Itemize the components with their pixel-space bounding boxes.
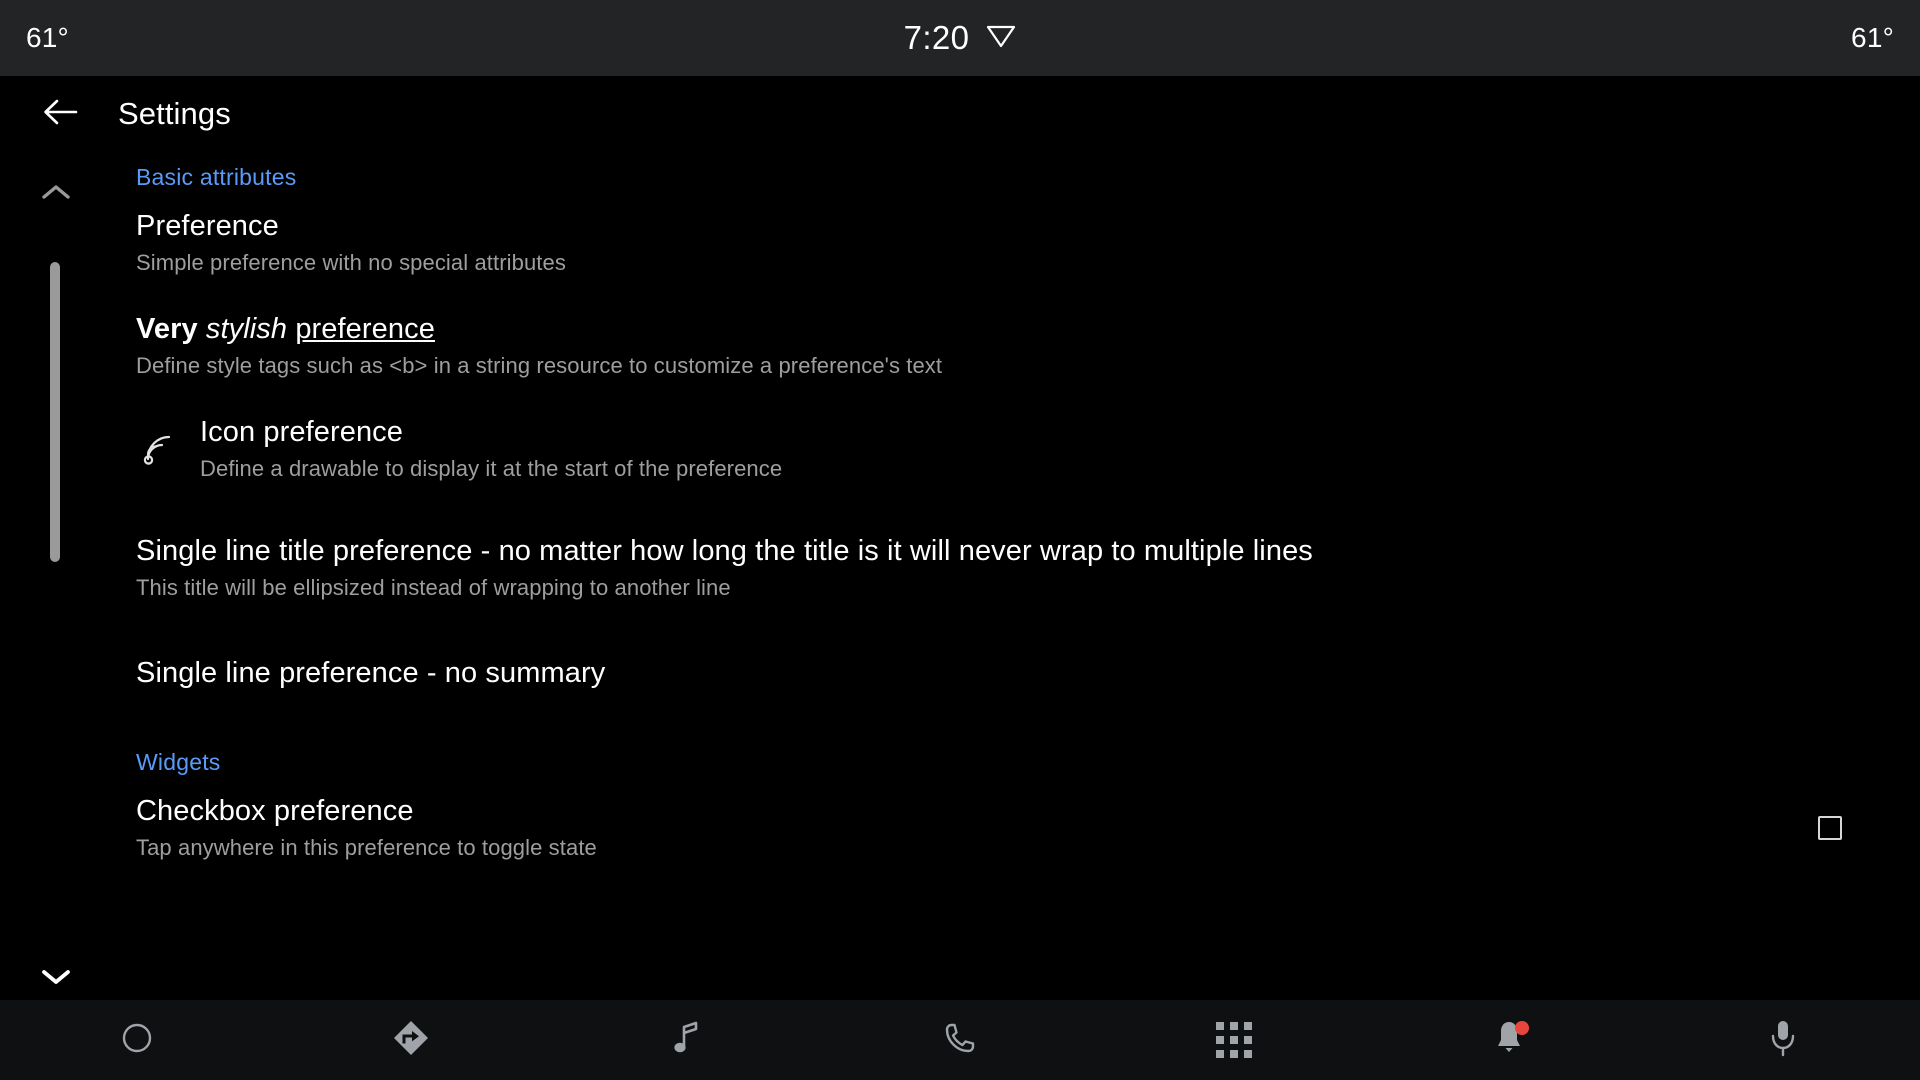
preference-title: Icon preference xyxy=(200,415,404,448)
preference-text: Single line preference - no summary xyxy=(136,656,1860,691)
temperature-right: 61° xyxy=(1851,22,1894,53)
preference-row-single-line-title[interactable]: Single line title preference - no matter… xyxy=(0,526,1920,611)
rich-title-segment-underline: preference xyxy=(295,312,435,345)
chevron-down-icon xyxy=(39,965,73,992)
preference-text: Very stylish preference Define style tag… xyxy=(136,312,1860,381)
home-icon xyxy=(120,1021,154,1060)
nav-music-button[interactable] xyxy=(549,1000,823,1080)
preference-summary: Define style tags such as <b> in a strin… xyxy=(136,353,943,379)
back-button[interactable] xyxy=(22,76,98,152)
apps-grid-icon xyxy=(1216,1022,1253,1058)
back-arrow-icon xyxy=(41,95,79,134)
preference-summary: This title will be ellipsized instead of… xyxy=(136,575,731,601)
checkbox-preference-toggle[interactable] xyxy=(1818,816,1842,841)
nav-navigation-button[interactable] xyxy=(274,1000,548,1080)
settings-screen: 61° 61° 7:20 Settings Basic attributes P… xyxy=(0,0,1920,1080)
preference-summary: Simple preference with no special attrib… xyxy=(136,250,566,276)
preference-row-single-line-no-summary[interactable]: Single line preference - no summary xyxy=(0,645,1920,703)
preference-title: Checkbox preference xyxy=(136,794,414,827)
preference-row-icon[interactable]: Icon preference Define a drawable to dis… xyxy=(0,407,1920,492)
rich-title-segment-italic: stylish xyxy=(205,312,288,345)
status-bar: 61° 61° xyxy=(0,0,1920,76)
section-header-basic-attributes: Basic attributes xyxy=(136,164,297,190)
preference-text: Single line title preference - no matter… xyxy=(136,534,1860,603)
toolbar: Settings xyxy=(0,76,1920,152)
notification-badge xyxy=(1514,1021,1529,1035)
page-title: Settings xyxy=(118,96,231,131)
nav-home-button[interactable] xyxy=(0,1000,274,1080)
settings-content: Basic attributes Preference Simple prefe… xyxy=(0,152,1920,1028)
navigation-bar xyxy=(0,1000,1920,1080)
preference-summary: Tap anywhere in this preference to toggl… xyxy=(136,835,597,861)
preference-text: Preference Simple preference with no spe… xyxy=(136,209,1860,278)
navigation-icon xyxy=(392,1019,430,1062)
preference-row-stylish[interactable]: Very stylish preference Define style tag… xyxy=(0,304,1920,389)
wifi-signal-icon xyxy=(136,430,182,468)
scroll-down-button[interactable] xyxy=(36,958,76,998)
preference-list: Basic attributes Preference Simple prefe… xyxy=(0,152,1920,871)
preference-widget xyxy=(1800,816,1860,841)
phone-icon xyxy=(943,1021,977,1060)
rich-title-segment-bold: Very xyxy=(136,312,198,345)
microphone-icon xyxy=(1770,1019,1796,1062)
rich-title-segment-normal xyxy=(198,313,206,345)
nav-assistant-button[interactable] xyxy=(1646,1000,1920,1080)
preference-title: Single line preference - no summary xyxy=(136,657,606,690)
nav-apps-button[interactable] xyxy=(1097,1000,1371,1080)
nav-notifications-button[interactable] xyxy=(1371,1000,1645,1080)
music-note-icon xyxy=(671,1019,701,1062)
preference-text: Icon preference Define a drawable to dis… xyxy=(200,415,1860,484)
section-header-widgets: Widgets xyxy=(136,748,221,775)
preference-row-preference[interactable]: Preference Simple preference with no spe… xyxy=(0,201,1920,286)
preference-row-checkbox[interactable]: Checkbox preference Tap anywhere in this… xyxy=(0,786,1920,871)
nav-phone-button[interactable] xyxy=(823,1000,1097,1080)
preference-title-rich: Very stylish preference xyxy=(136,312,1860,347)
preference-title: Single line title preference - no matter… xyxy=(136,534,1313,567)
temperature-left: 61° xyxy=(26,22,69,53)
preference-text: Checkbox preference Tap anywhere in this… xyxy=(136,794,1780,863)
preference-title: Preference xyxy=(136,210,279,242)
preference-summary: Define a drawable to display it at the s… xyxy=(200,456,783,482)
